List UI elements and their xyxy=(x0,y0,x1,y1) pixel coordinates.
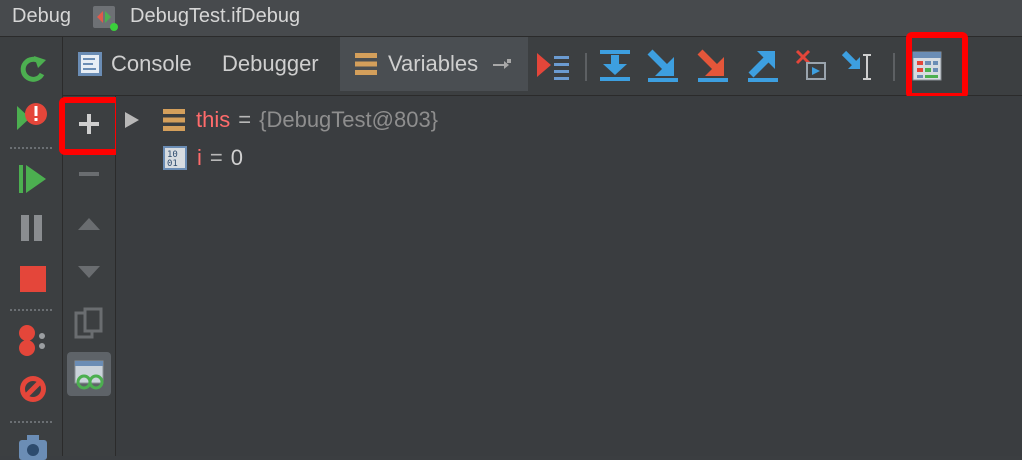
separator xyxy=(10,309,54,311)
run-to-cursor-icon[interactable] xyxy=(841,47,877,83)
svg-text:01: 01 xyxy=(167,159,178,169)
move-down-icon[interactable] xyxy=(77,265,101,279)
step-out-icon[interactable] xyxy=(745,47,781,83)
tab-console-label: Console xyxy=(111,51,192,76)
mute-breakpoints-icon[interactable] xyxy=(17,373,49,405)
duplicate-watch-icon[interactable] xyxy=(74,307,104,339)
variable-name: this xyxy=(196,107,231,132)
pin-tab-icon[interactable] xyxy=(492,56,512,72)
tab-console[interactable]: Console xyxy=(71,37,207,91)
variable-value: {DebugTest@803} xyxy=(259,107,439,132)
variables-tree: this = {DebugTest@803} 10 01 i = 0 xyxy=(116,96,1022,456)
variable-row[interactable]: 10 01 i = 0 xyxy=(163,144,243,172)
debug-side-toolbar xyxy=(0,37,63,460)
stop-program-icon[interactable] xyxy=(19,265,47,293)
watches-button[interactable] xyxy=(67,352,111,396)
highlight-box-add xyxy=(59,97,121,155)
separator xyxy=(893,53,895,81)
console-icon xyxy=(78,52,102,76)
show-execution-point-icon[interactable] xyxy=(535,47,571,83)
debug-title: Debug xyxy=(12,5,71,27)
highlight-box-evaluate xyxy=(906,32,968,99)
pause-icon[interactable] xyxy=(20,214,44,242)
separator xyxy=(10,147,54,149)
move-up-icon[interactable] xyxy=(77,217,101,231)
variable-row[interactable]: this = {DebugTest@803} xyxy=(124,106,438,134)
title-bar: Debug DebugTest.ifDebug xyxy=(0,0,1022,37)
remove-watch-icon[interactable] xyxy=(78,172,100,176)
variables-icon xyxy=(355,53,377,75)
equals-sign: = xyxy=(238,107,252,132)
step-into-icon[interactable] xyxy=(645,47,681,83)
expand-arrow-icon[interactable] xyxy=(124,111,140,129)
stop-icon[interactable] xyxy=(14,100,50,134)
resume-icon[interactable] xyxy=(19,164,47,194)
separator xyxy=(10,421,54,423)
variable-value: 0 xyxy=(230,145,243,170)
debug-tab-bar: Console Debugger Variables xyxy=(63,32,1022,99)
watches-icon xyxy=(74,360,104,390)
object-icon xyxy=(163,109,185,131)
force-step-into-icon[interactable] xyxy=(695,47,731,83)
primitive-icon: 10 01 xyxy=(163,146,187,170)
rerun-icon[interactable] xyxy=(18,54,48,86)
tab-debugger[interactable]: Debugger xyxy=(210,37,349,91)
camera-icon[interactable] xyxy=(18,434,48,460)
step-over-icon[interactable] xyxy=(597,47,633,83)
app-icon xyxy=(93,6,118,31)
separator xyxy=(585,53,587,81)
debug-config-name: DebugTest.ifDebug xyxy=(130,5,301,27)
variables-toolbar xyxy=(59,96,121,456)
view-breakpoints-icon[interactable] xyxy=(15,323,51,359)
drop-frame-icon[interactable] xyxy=(793,47,829,83)
tab-debugger-label: Debugger xyxy=(222,51,319,76)
tab-variables-label: Variables xyxy=(388,51,479,76)
equals-sign: = xyxy=(209,145,223,170)
variable-name: i xyxy=(197,145,202,170)
tab-variables[interactable]: Variables xyxy=(340,37,528,91)
